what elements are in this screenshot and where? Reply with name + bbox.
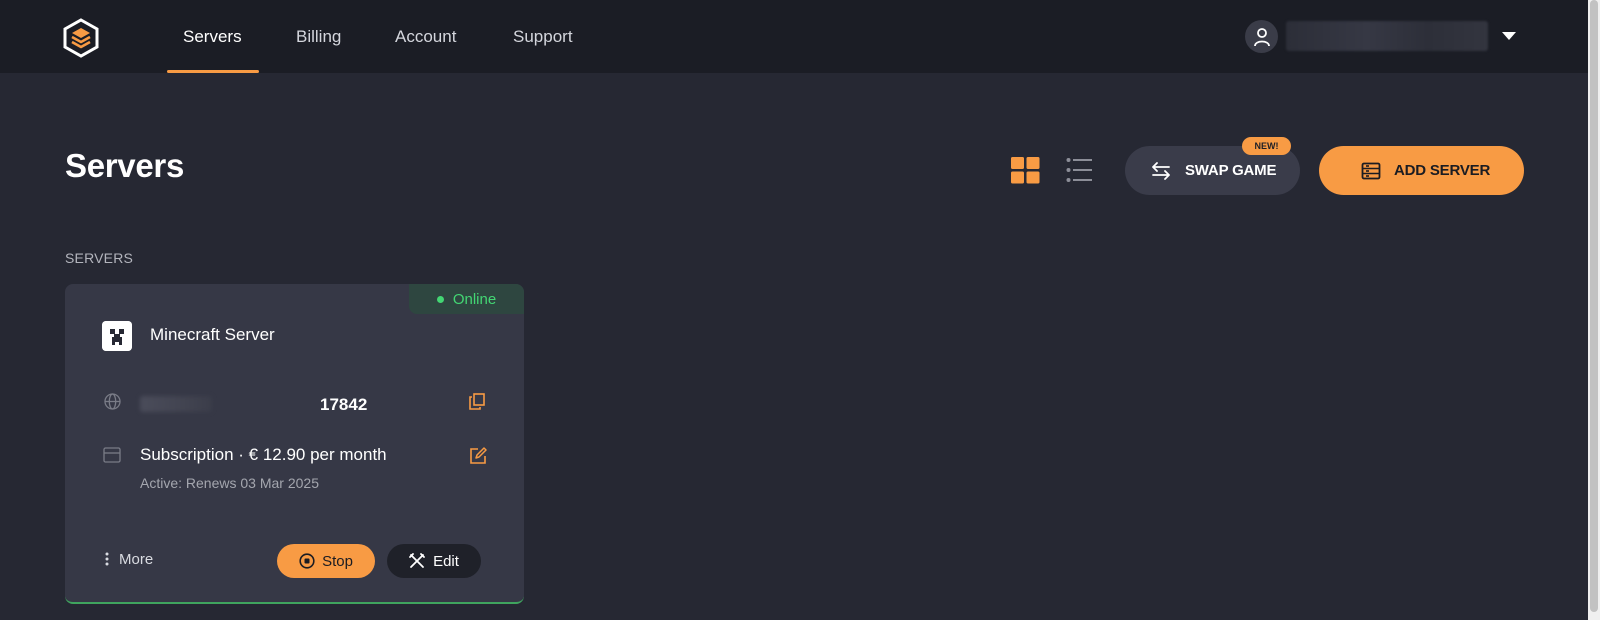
swap-game-label: SWAP GAME — [1185, 162, 1277, 179]
status-dot-icon — [436, 295, 444, 303]
subscription-text: Subscription · € 12.90 per month — [140, 445, 387, 464]
nav-billing[interactable]: Billing — [296, 0, 341, 73]
section-label: SERVERS — [65, 250, 134, 266]
username-redacted[interactable] — [1286, 21, 1488, 51]
minecraft-creeper-icon — [102, 321, 132, 351]
server-card[interactable]: Online Minecraft Server 17842 Subscripti… — [65, 284, 524, 604]
add-server-label: ADD SERVER — [1394, 162, 1491, 179]
server-port: 17842 — [320, 395, 368, 414]
add-server-button[interactable]: ADD SERVER — [1319, 146, 1524, 195]
more-label: More — [119, 550, 154, 568]
status-badge: Online — [409, 284, 524, 314]
copy-icon[interactable] — [469, 393, 485, 410]
caret-down-icon[interactable] — [1501, 30, 1517, 42]
tools-icon — [409, 553, 425, 568]
more-button[interactable]: More — [105, 549, 153, 569]
swap-arrows-icon — [1152, 161, 1170, 180]
server-name[interactable]: Minecraft Server — [150, 325, 275, 345]
stop-button[interactable]: Stop — [277, 544, 375, 578]
globe-icon — [104, 393, 121, 410]
user-icon — [1253, 27, 1270, 46]
edit-label: Edit — [433, 552, 459, 570]
page-title: Servers — [65, 147, 185, 184]
page-scrollbar[interactable] — [1588, 0, 1600, 620]
renewal-status: Active: Renews 03 Mar 2025 — [140, 475, 319, 491]
list-view-icon[interactable] — [1066, 157, 1092, 183]
status-text: Online — [452, 290, 497, 308]
user-avatar[interactable] — [1245, 20, 1278, 53]
nav-account[interactable]: Account — [395, 0, 456, 73]
nav-servers[interactable]: Servers — [183, 0, 242, 73]
stop-label: Stop — [322, 552, 353, 570]
top-navigation-bar: Servers Billing Account Support — [0, 0, 1588, 73]
active-nav-indicator — [167, 70, 259, 73]
hexagon-stack-logo-icon[interactable] — [62, 18, 100, 58]
edit-button[interactable]: Edit — [387, 544, 481, 578]
server-rack-icon — [1361, 162, 1381, 179]
new-badge: NEW! — [1242, 137, 1291, 155]
stop-circle-icon — [299, 553, 315, 569]
kebab-icon — [105, 552, 109, 566]
server-ip-redacted — [140, 396, 212, 412]
grid-view-icon[interactable] — [1011, 157, 1040, 184]
credit-card-icon — [103, 447, 121, 463]
nav-support[interactable]: Support — [513, 0, 573, 73]
scrollbar-thumb[interactable] — [1590, 0, 1598, 612]
edit-square-icon[interactable] — [469, 447, 487, 465]
